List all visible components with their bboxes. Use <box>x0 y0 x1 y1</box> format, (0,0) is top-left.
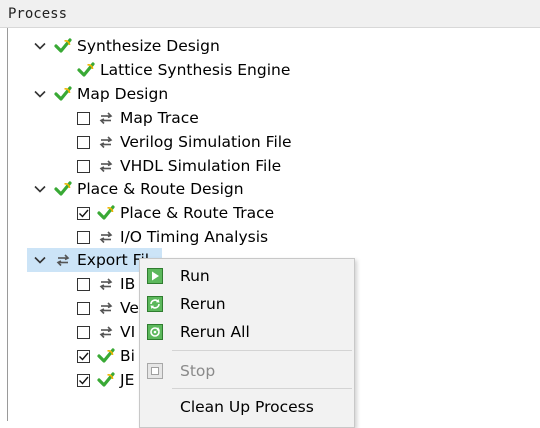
refresh-icon <box>99 136 113 149</box>
checkbox[interactable] <box>77 301 90 315</box>
green-check-icon <box>97 372 115 387</box>
tree-item-label: VHDL Simulation File <box>120 157 282 175</box>
checkbox[interactable] <box>77 135 90 149</box>
tree-item[interactable]: Place & Route Trace <box>77 201 274 225</box>
menu-item-stop[interactable]: Stop <box>140 357 354 385</box>
green-check-icon <box>97 205 115 220</box>
refresh-icon <box>99 302 113 315</box>
refresh-icon <box>99 112 113 125</box>
checkbox[interactable] <box>77 325 90 339</box>
tree-item[interactable]: Map Trace <box>77 106 199 130</box>
tree-item-label: Verilog Simulation File <box>120 133 292 151</box>
tree-item-label: Bi <box>120 347 135 365</box>
tree-item[interactable]: Lattice Synthesis Engine <box>77 58 290 82</box>
chevron-down-icon[interactable] <box>32 86 48 102</box>
tree-item[interactable]: I/O Timing Analysis <box>77 225 268 249</box>
chevron-down-icon[interactable] <box>32 38 48 54</box>
menu-label-clean-up-process: Clean Up Process <box>180 398 314 416</box>
checkbox[interactable] <box>77 111 90 125</box>
panel-left-border <box>7 28 8 421</box>
green-check-icon <box>77 62 95 77</box>
chevron-down-icon[interactable] <box>32 181 48 197</box>
tree-item[interactable]: Ve <box>77 296 139 320</box>
tree-item[interactable]: IB <box>77 272 135 296</box>
tree-item-label: Map Design <box>77 85 169 103</box>
menu-label-rerun-all: Rerun All <box>180 323 250 341</box>
tree-item-label: Lattice Synthesis Engine <box>100 61 291 79</box>
stop-icon <box>147 363 163 379</box>
panel-title: Process <box>8 6 68 22</box>
tree-item[interactable]: Synthesize Design <box>32 34 220 58</box>
chevron-down-icon[interactable] <box>32 252 48 268</box>
menu-separator <box>172 388 352 389</box>
menu-item-rerun-all[interactable]: Rerun All <box>140 318 354 346</box>
menu-label-run: Run <box>180 267 210 285</box>
green-check-icon <box>54 181 72 196</box>
green-check-icon <box>54 86 72 101</box>
tree-item-label: Place & Route Trace <box>120 204 275 222</box>
tree-item[interactable]: VHDL Simulation File <box>77 154 281 178</box>
green-check-icon <box>97 348 115 363</box>
refresh-icon <box>99 231 113 244</box>
checkbox[interactable] <box>77 373 90 387</box>
tree-item[interactable]: Place & Route Design <box>32 177 244 201</box>
checkbox[interactable] <box>77 277 90 291</box>
tree-item[interactable]: Verilog Simulation File <box>77 130 292 154</box>
checkbox[interactable] <box>77 349 90 363</box>
refresh-icon <box>56 254 70 267</box>
checkbox[interactable] <box>77 230 90 244</box>
tree-item-label: Synthesize Design <box>77 37 220 55</box>
menu-item-run[interactable]: Run <box>140 262 354 290</box>
menu-label-stop: Stop <box>180 362 216 380</box>
refresh-icon <box>99 160 113 173</box>
tree-item-label: I/O Timing Analysis <box>120 228 269 246</box>
refresh-icon <box>99 326 113 339</box>
process-panel-header: Process <box>0 0 540 28</box>
tree-item[interactable]: Map Design <box>32 82 168 106</box>
checkbox[interactable] <box>77 206 90 220</box>
tree-item[interactable]: VI <box>77 320 135 344</box>
menu-item-rerun[interactable]: Rerun <box>140 290 354 318</box>
run-icon <box>147 268 163 284</box>
menu-item-clean-up-process[interactable]: Clean Up Process <box>140 393 354 421</box>
tree-item-label: Place & Route Design <box>77 180 244 198</box>
tree-item-label: VI <box>120 323 136 341</box>
checkbox[interactable] <box>77 159 90 173</box>
tree-item[interactable]: JE <box>77 368 134 392</box>
tree-item-label: IB <box>120 275 136 293</box>
tree-item-label: Ve <box>120 299 139 317</box>
rerun-icon <box>147 296 163 312</box>
green-check-icon <box>54 38 72 53</box>
context-menu: Run Rerun Rerun All Stop Clean Up Proces… <box>139 258 355 428</box>
menu-separator <box>172 350 352 351</box>
tree-item-label: JE <box>120 371 135 389</box>
tree-item[interactable]: Bi <box>77 344 135 368</box>
rerun-all-icon <box>147 324 163 340</box>
tree-item-label: Map Trace <box>120 109 199 127</box>
menu-label-rerun: Rerun <box>180 295 226 313</box>
refresh-icon <box>99 278 113 291</box>
